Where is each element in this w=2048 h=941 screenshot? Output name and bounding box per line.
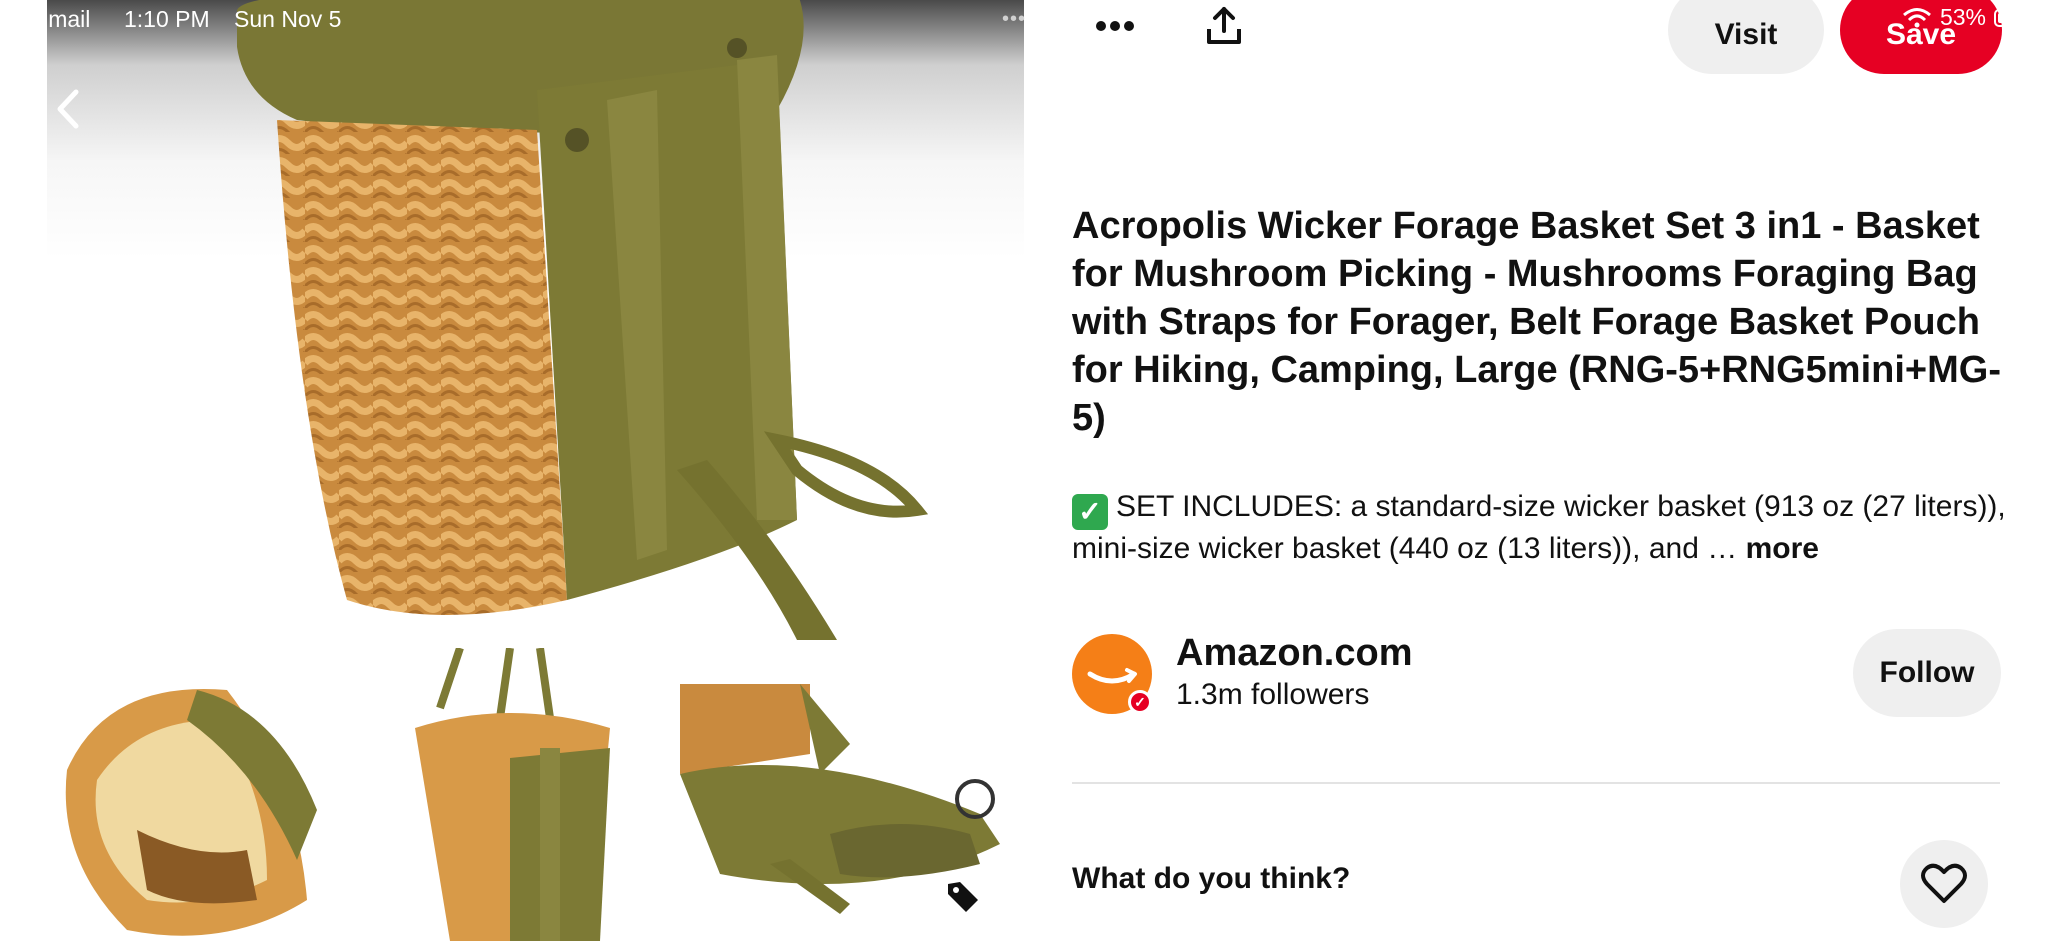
thumbnail-basket-front[interactable]: [400, 648, 630, 941]
verified-badge-icon: ✓: [1128, 690, 1152, 714]
back-chevron-icon[interactable]: [48, 84, 88, 134]
back-app-label: Gmail: [30, 6, 91, 32]
status-bar: ◀ Gmail 1:10 PM Sun Nov 5 ••• 53%: [0, 0, 2048, 40]
wifi-icon: [1902, 7, 1931, 27]
section-divider: [1072, 782, 2000, 784]
description-text: SET INCLUDES: a standard-size wicker bas…: [1072, 490, 2006, 565]
basket-backpack-image: [237, 0, 929, 640]
pin-title: Acropolis Wicker Forage Basket Set 3 in1…: [1072, 205, 2001, 439]
back-triangle-icon: ◀: [12, 11, 25, 29]
shopping-tag-icon[interactable]: [946, 880, 980, 914]
heart-icon: [1921, 863, 1967, 903]
status-date: Sun Nov 5: [234, 6, 342, 32]
more-link[interactable]: more: [1746, 532, 1819, 565]
follower-count: 1.3m followers: [1176, 678, 1370, 711]
feedback-question: What do you think?: [1072, 862, 1351, 895]
pin-description: ✓ SET INCLUDES: a standard-size wicker ba…: [1072, 488, 2012, 568]
battery-status: 53%: [1902, 4, 2030, 31]
follow-button[interactable]: Follow: [1853, 629, 2001, 717]
thumbnail-basket-open[interactable]: [47, 660, 347, 941]
check-mark-icon: ✓: [1072, 494, 1108, 530]
status-time: 1:10 PM: [124, 6, 210, 32]
back-to-app-link[interactable]: ◀ Gmail: [12, 6, 90, 33]
battery-percent: 53%: [1939, 4, 1986, 30]
pin-image-panel[interactable]: [0, 0, 1024, 941]
basket-open-image: [65, 689, 317, 936]
battery-icon: [1994, 8, 2030, 27]
creator-name[interactable]: Amazon.com: [1176, 632, 1412, 675]
basket-front-image: [415, 648, 610, 941]
main-product-image[interactable]: [47, 0, 1024, 648]
multitasking-dots-icon[interactable]: •••: [1002, 8, 1026, 31]
react-button[interactable]: [1900, 840, 1988, 928]
